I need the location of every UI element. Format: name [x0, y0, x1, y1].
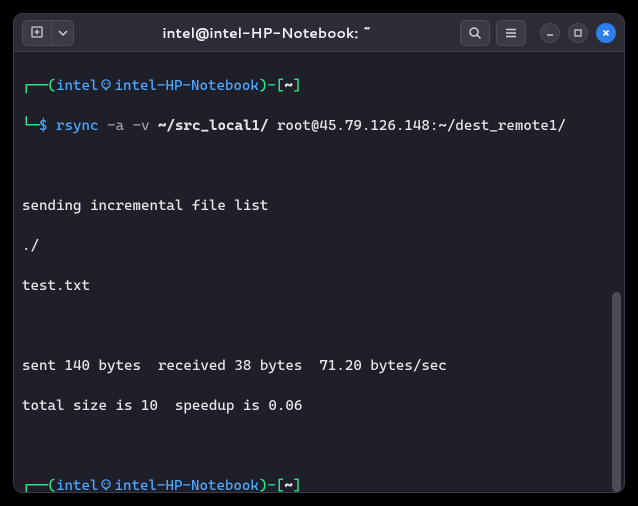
command-line-1: └─$ rsync -a -v ~/src_local1/ root@45.79…: [22, 116, 616, 136]
output-line: ./: [22, 236, 616, 256]
titlebar-right-group: [460, 20, 616, 46]
minimize-icon: [545, 28, 555, 38]
output-line: sending incremental file list: [22, 196, 616, 216]
titlebar: intel@intel-HP-Notebook: ~: [14, 14, 624, 52]
hamburger-icon: [504, 26, 518, 40]
chevron-down-icon: [58, 28, 68, 38]
terminal-window: intel@intel-HP-Notebook: ~ ┌──(intel: [13, 13, 625, 493]
new-tab-icon: [30, 25, 45, 40]
maximize-icon: [573, 28, 583, 38]
maximize-button[interactable]: [568, 23, 588, 43]
cmd-name: rsync: [56, 118, 98, 134]
cmd-arg-dest: root@45.79.126.148:~/dest_remote1/: [277, 118, 566, 134]
new-tab-button[interactable]: [22, 20, 52, 46]
prompt-line-1: ┌──(intelintel-HP-Notebook)-[~]: [22, 76, 616, 96]
prompt-cwd: ~: [284, 78, 293, 94]
cmd-arg-src: ~/src_local1/: [158, 118, 268, 134]
kali-skull-icon: [98, 478, 114, 492]
prompt-line-2: ┌──(intelintel-HP-Notebook)-[~]: [22, 476, 616, 492]
prompt-user: intel: [56, 478, 98, 492]
minimize-button[interactable]: [540, 23, 560, 43]
close-icon: [601, 28, 611, 38]
scrollbar-thumb[interactable]: [612, 292, 621, 492]
search-button[interactable]: [460, 20, 490, 46]
search-icon: [468, 26, 482, 40]
window-buttons: [540, 23, 616, 43]
prompt-host: intel-HP-Notebook: [114, 478, 258, 492]
blank-line: [22, 436, 616, 456]
kali-skull-icon: [98, 78, 114, 92]
output-line: total size is 10 speedup is 0.06: [22, 396, 616, 416]
blank-line: [22, 156, 616, 176]
output-line: test.txt: [22, 276, 616, 296]
output-line: sent 140 bytes received 38 bytes 71.20 b…: [22, 356, 616, 376]
prompt-dollar: $: [39, 118, 48, 134]
terminal-body[interactable]: ┌──(intelintel-HP-Notebook)-[~] └─$ rsyn…: [14, 52, 624, 492]
blank-line: [22, 316, 616, 336]
hamburger-menu-button[interactable]: [496, 20, 526, 46]
window-title: intel@intel-HP-Notebook: ~: [80, 23, 454, 43]
prompt-cwd: ~: [284, 478, 293, 492]
titlebar-left-group: [22, 20, 74, 46]
cmd-flag-a: -a: [107, 118, 124, 134]
new-tab-dropdown-button[interactable]: [52, 20, 74, 46]
cmd-flag-v: -v: [132, 118, 149, 134]
close-button[interactable]: [596, 23, 616, 43]
prompt-host: intel-HP-Notebook: [114, 78, 258, 94]
prompt-user: intel: [56, 78, 98, 94]
